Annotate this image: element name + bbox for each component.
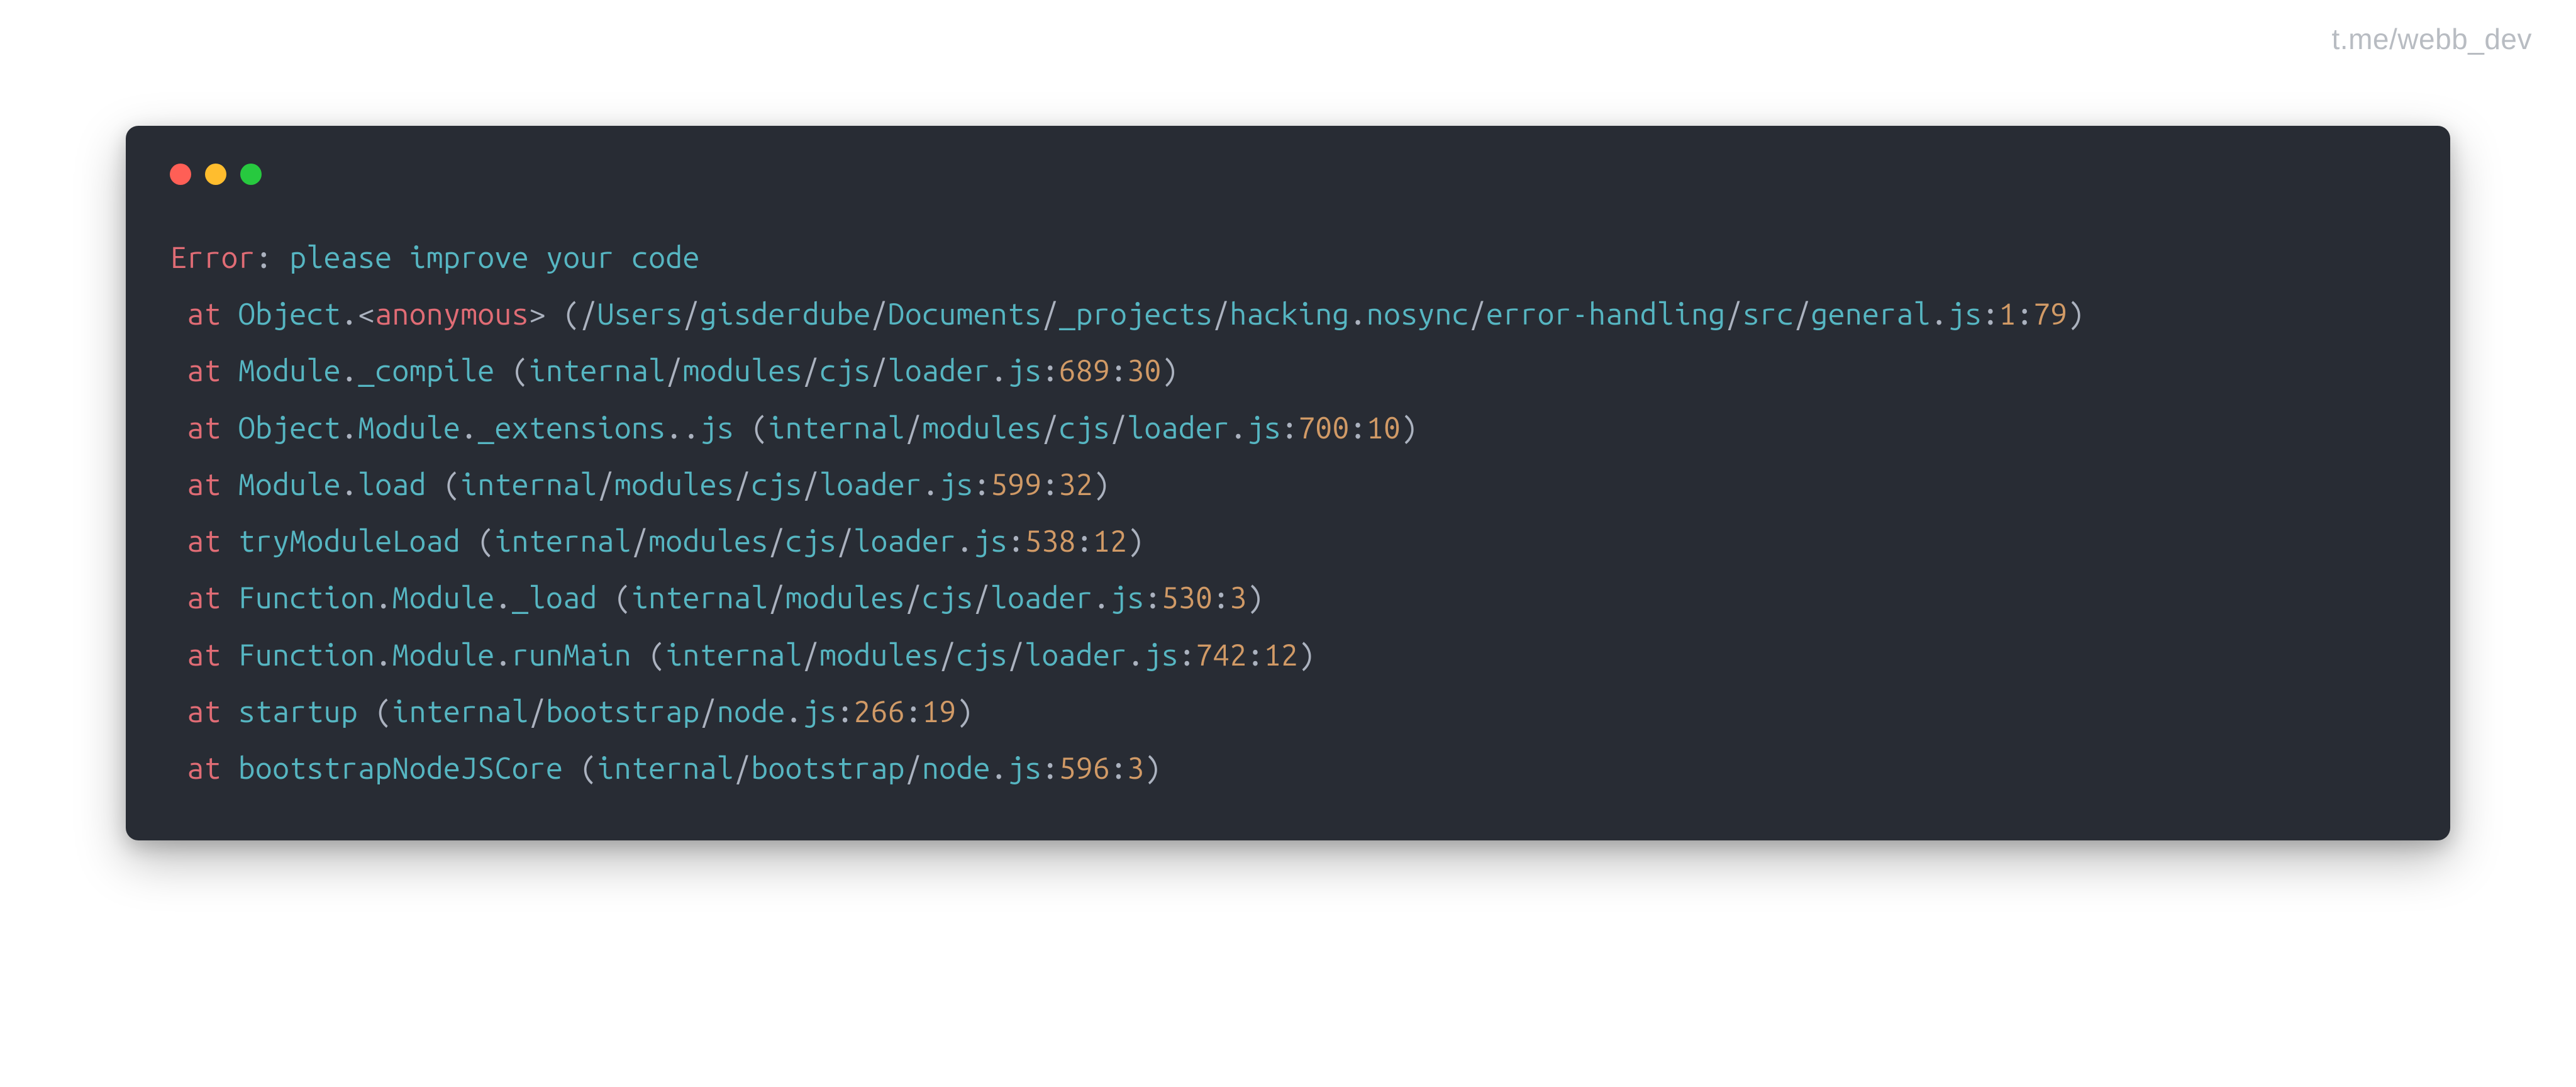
traffic-lights — [170, 164, 2406, 185]
terminal-window: Error: please improve your code at Objec… — [126, 126, 2450, 840]
maximize-icon[interactable] — [240, 164, 262, 185]
watermark-text: t.me/webb_dev — [2332, 22, 2532, 56]
stack-trace: Error: please improve your code at Objec… — [170, 229, 2406, 796]
minimize-icon[interactable] — [205, 164, 226, 185]
close-icon[interactable] — [170, 164, 191, 185]
